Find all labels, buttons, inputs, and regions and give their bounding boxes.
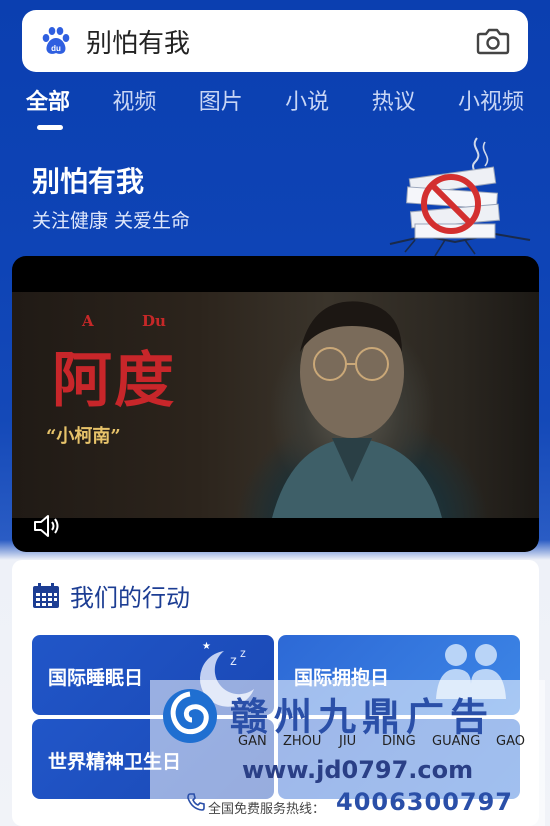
search-input[interactable]: 别怕有我 [86, 23, 476, 60]
svg-text:★: ★ [202, 641, 211, 652]
hero-title: 别怕有我 [32, 165, 145, 198]
tab-discussion[interactable]: 热议 [372, 84, 416, 124]
tab-short-video[interactable]: 小视频 [458, 84, 524, 124]
tile-sleep-label: 国际睡眠日 [48, 667, 144, 689]
volume-icon[interactable] [32, 514, 62, 538]
watermark-pinyin-2: ZHOU [283, 734, 322, 749]
video-player[interactable]: A Du 阿度 “小柯南” [12, 256, 539, 552]
video-letter-a: A [82, 312, 94, 330]
no-smoking-illustration [385, 128, 535, 258]
baidu-logo-icon: du [40, 25, 72, 57]
tab-video[interactable]: 视频 [112, 84, 156, 124]
video-quote: “小柯南” [46, 426, 121, 447]
watermark-pinyin-4: DING [382, 734, 416, 749]
svg-text:z: z [240, 646, 246, 660]
watermark-company-name: 赣州九鼎广告 [230, 695, 495, 739]
phone-icon [187, 793, 205, 811]
tab-all[interactable]: 全部 [26, 84, 70, 124]
tab-images[interactable]: 图片 [199, 84, 243, 124]
actions-title: 我们的行动 [70, 584, 190, 612]
watermark-logo-icon [163, 689, 217, 743]
hero-subtitle: 关注健康 关爱生命 [32, 210, 191, 232]
video-frame: A Du 阿度 “小柯南” [12, 292, 539, 518]
active-tab-indicator [37, 125, 63, 130]
watermark-pinyin-6: GAO [496, 734, 525, 749]
tab-novels[interactable]: 小说 [285, 84, 329, 124]
video-letter-du: Du [142, 312, 166, 330]
actions-header: 我们的行动 [32, 578, 190, 613]
watermark-pinyin-1: GAN [238, 734, 267, 749]
watermark-pinyin-3: JIU [339, 734, 357, 749]
person-figure [272, 301, 442, 518]
video-title: 阿度 [52, 346, 176, 416]
watermark-hotline-label: 全国免费服务热线： [208, 802, 326, 817]
watermark-overlay: 赣州九鼎广告 GAN ZHOU JIU DING GUANG GAO www.j… [150, 680, 545, 826]
search-bar[interactable]: du 别怕有我 [22, 10, 528, 72]
watermark-url: www.jd0797.com [242, 756, 474, 784]
svg-text:z: z [230, 652, 237, 668]
tab-bar: 全部 视频 图片 小说 热议 小视频 [0, 84, 550, 124]
watermark-phone: 4006300797 [336, 788, 513, 816]
watermark-pinyin-5: GUANG [432, 734, 481, 749]
camera-icon[interactable] [476, 26, 510, 56]
calendar-icon [32, 582, 60, 609]
svg-text:du: du [51, 44, 61, 53]
